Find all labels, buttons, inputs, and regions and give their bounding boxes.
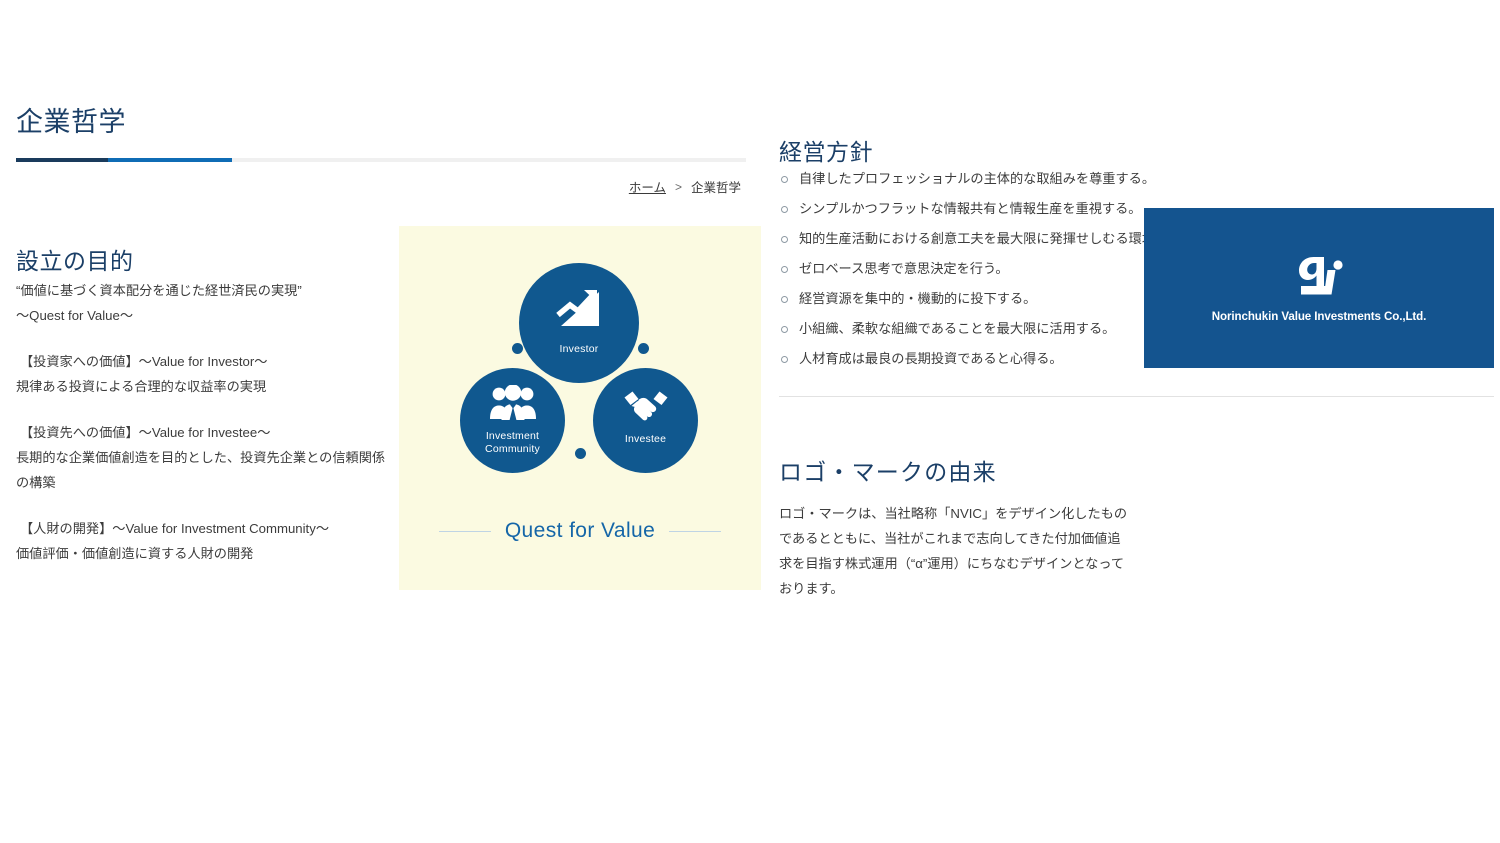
connector-dot-icon: [638, 343, 649, 354]
diagram-node-label: Investor: [559, 343, 599, 355]
section-title-logo-origin: ロゴ・マークの由来: [779, 459, 997, 486]
purpose-line: 長期的な企業価値創造を目的とした、投資先企業との信頼関係の構築: [16, 450, 386, 490]
breadcrumb-separator-icon: >: [674, 179, 682, 194]
purpose-block: 【投資先への価値】〜Value for Investee〜 長期的な企業価値創造…: [16, 420, 386, 495]
handshake-icon: [622, 388, 670, 427]
breadcrumb: ホーム > 企業哲学: [629, 177, 741, 196]
growth-chart-icon: [553, 286, 605, 337]
diagram-node-investor: Investor: [519, 263, 639, 383]
company-name-text: Norinchukin Value Investments Co.,Ltd.: [1211, 309, 1427, 323]
diagram-node-label-line2: Community: [485, 442, 540, 455]
purpose-line: 【人財の開発】〜Value for Investment Community〜: [20, 521, 330, 536]
diagram-node-investment-community: Investment Community: [460, 368, 565, 473]
caption-text: Quest for Value: [504, 519, 656, 542]
logo-origin-body-text: ロゴ・マークは、当社略称「NVIC」をデザイン化したものであるとともに、当社がこ…: [779, 506, 1128, 597]
nvic-alpha-v-logo-icon: [1291, 254, 1347, 305]
purpose-block: 【投資家への価値】〜Value for Investor〜 規律ある投資による合…: [16, 349, 386, 399]
right-content-column: 経営方針 自律したプロフェッショナルの主体的な取組みを尊重する。 シンプルかつフ…: [779, 0, 1494, 843]
quest-for-value-diagram: Investor Investment Community Investee Q…: [399, 226, 761, 590]
company-logo-panel: Norinchukin Value Investments Co.,Ltd.: [1144, 208, 1494, 368]
breadcrumb-link-home[interactable]: ホーム: [629, 177, 666, 196]
purpose-block: 【人財の開発】〜Value for Investment Community〜 …: [16, 516, 386, 566]
purpose-line: 規律ある投資による合理的な収益率の実現: [16, 379, 267, 394]
diagram-node-label: Investee: [624, 433, 667, 445]
rule-segment-blue: [108, 158, 232, 162]
section-title-management-policy: 経営方針: [779, 139, 873, 166]
purpose-line: 価値評価・価値創造に資する人財の開発: [16, 546, 254, 561]
diagram-node-investee: Investee: [593, 368, 698, 473]
purpose-line: 【投資家への価値】〜Value for Investor〜: [20, 354, 268, 369]
breadcrumb-current-page: 企業哲学: [690, 181, 741, 195]
purpose-block: “価値に基づく資本配分を通じた経世済民の実現” 〜Quest for Value…: [16, 278, 386, 328]
caption-decoration-line-left: [438, 530, 491, 532]
diagram-canvas: Investor Investment Community Investee Q…: [399, 226, 761, 590]
title-underline-rule: [16, 158, 746, 162]
diagram-node-label-line1: Investment: [485, 430, 540, 442]
connector-dot-icon: [512, 343, 523, 354]
rule-segment-navy: [16, 158, 108, 162]
caption-decoration-line-right: [669, 530, 722, 532]
list-item: 自律したプロフェッショナルの主体的な取組みを尊重する。: [780, 164, 1480, 194]
purpose-body-text: “価値に基づく資本配分を通じた経世済民の実現” 〜Quest for Value…: [16, 278, 386, 566]
section-title-purpose: 設立の目的: [16, 248, 134, 275]
purpose-line: 〜Quest for Value〜: [16, 308, 134, 323]
diagram-node-label: Investment Community: [485, 430, 540, 455]
section-divider-rule: [779, 396, 1494, 397]
connector-dot-icon: [575, 448, 586, 459]
page-title: 企業哲学: [16, 107, 126, 138]
purpose-line: “価値に基づく資本配分を通じた経世済民の実現”: [16, 283, 302, 298]
purpose-line: 【投資先への価値】〜Value for Investee〜: [20, 425, 271, 440]
diagram-caption: Quest for Value: [399, 519, 761, 543]
people-group-icon: [489, 384, 537, 426]
